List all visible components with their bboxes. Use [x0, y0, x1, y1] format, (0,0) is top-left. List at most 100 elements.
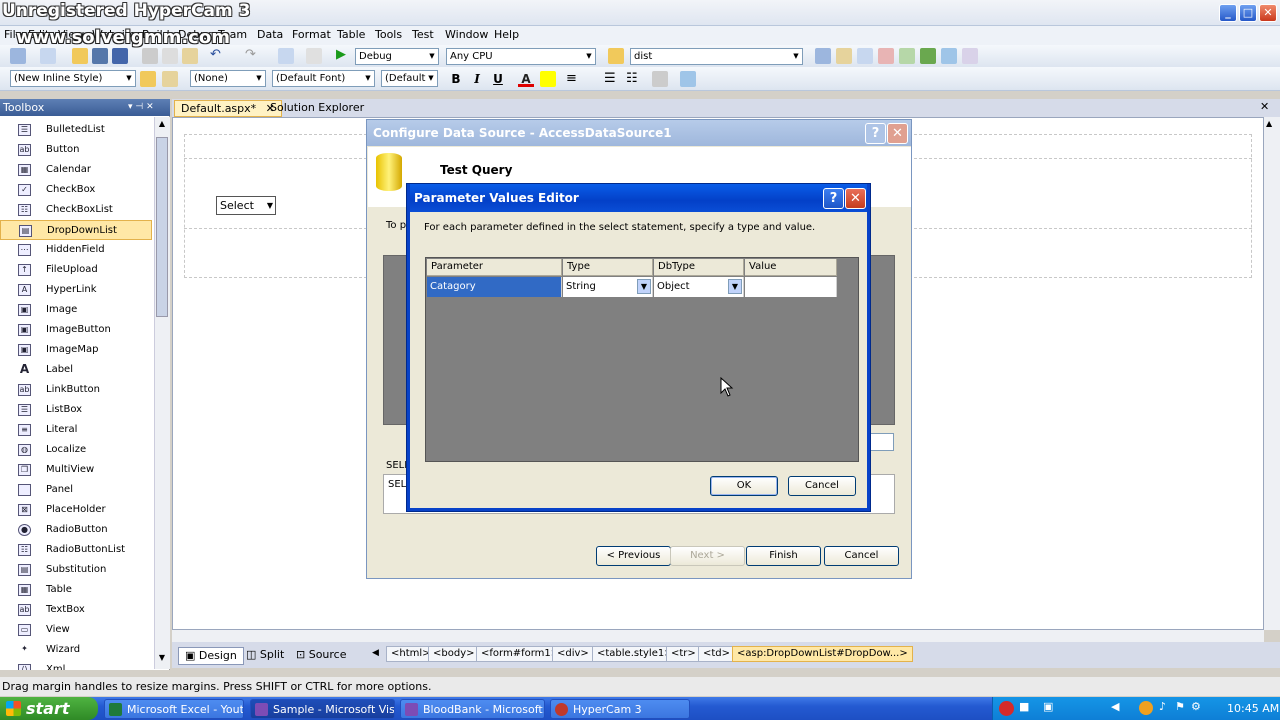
menu-format[interactable]: Format	[288, 27, 335, 42]
insert-image-icon[interactable]	[652, 71, 668, 87]
toolbox-scrollbar[interactable]: ▲ ▼	[154, 117, 170, 669]
find-combo[interactable]: dist ▼	[630, 48, 803, 65]
toolbox-item-bulletedlist[interactable]: ☰ BulletedList	[0, 120, 152, 140]
bullet-list-icon[interactable]: ☷	[626, 71, 638, 86]
pin-icon[interactable]: ▾ ⊣ ✕	[128, 99, 154, 116]
toolbox-item-hyperlink[interactable]: A HyperLink	[0, 280, 152, 300]
cut-icon[interactable]	[142, 48, 158, 64]
chevron-down-icon[interactable]: ▼	[728, 279, 742, 294]
dbtype-select[interactable]: Object ▼	[654, 277, 744, 297]
close-button[interactable]: ✕	[1259, 4, 1277, 22]
start-debug-icon[interactable]: ▶	[336, 47, 346, 62]
copy-icon[interactable]	[162, 48, 178, 64]
toolbox-item-wizard[interactable]: ✦ Wizard	[0, 640, 152, 660]
back-icon[interactable]: ◀	[1111, 700, 1119, 713]
toolbox-item-calendar[interactable]: ▦ Calendar	[0, 160, 152, 180]
type-select[interactable]: String ▼	[563, 277, 653, 297]
volume-icon[interactable]: ♪	[1159, 700, 1166, 713]
toolbox-item-listbox[interactable]: ☰ ListBox	[0, 400, 152, 420]
bold-button[interactable]: B	[448, 71, 464, 87]
toolbox-item-placeholder[interactable]: ⊠ PlaceHolder	[0, 500, 152, 520]
highlight-icon[interactable]	[540, 71, 556, 87]
toolbox-item-textbox[interactable]: ab TextBox	[0, 600, 152, 620]
scroll-down-icon[interactable]: ▼	[156, 653, 168, 665]
toolbox-item-view[interactable]: ▭ View	[0, 620, 152, 640]
network-icon[interactable]	[1139, 701, 1153, 715]
manage-styles-icon[interactable]	[162, 71, 178, 87]
toolbox-item-xml[interactable]: ⟨⟩ Xml	[0, 660, 152, 670]
toolbox-item-label[interactable]: A Label	[0, 360, 152, 380]
toolbox-item-literal[interactable]: ≡ Literal	[0, 420, 152, 440]
underline-button[interactable]: U	[490, 71, 506, 87]
task-excel[interactable]: Microsoft Excel - Yout...	[104, 699, 244, 719]
command-window-icon[interactable]	[962, 48, 978, 64]
value-input[interactable]	[745, 277, 837, 297]
platform-combo[interactable]: Any CPU ▼	[446, 48, 596, 65]
scroll-up-icon[interactable]: ▲	[1266, 119, 1272, 128]
menu-tools[interactable]: Tools	[371, 27, 406, 42]
open-icon[interactable]	[72, 48, 88, 64]
help-button[interactable]: ?	[823, 188, 844, 209]
column-header-parameter[interactable]: Parameter	[427, 259, 562, 276]
align-icon[interactable]: ≡	[566, 71, 577, 86]
editor-vertical-scrollbar[interactable]: ▲	[1264, 117, 1280, 630]
add-item-icon[interactable]	[40, 48, 56, 64]
properties-icon[interactable]	[836, 48, 852, 64]
minimize-button[interactable]: _	[1219, 4, 1237, 22]
server-explorer-icon[interactable]	[920, 48, 936, 64]
breadcrumb-tr[interactable]: <tr>	[666, 646, 701, 662]
breadcrumb-form[interactable]: <form#form1>	[476, 646, 565, 662]
menu-help[interactable]: Help	[490, 27, 523, 42]
close-button[interactable]: ✕	[887, 123, 908, 144]
toolbox-item-multiview[interactable]: ❐ MultiView	[0, 460, 152, 480]
breadcrumb-div[interactable]: <div>	[552, 646, 594, 662]
breadcrumb-table[interactable]: <table.style1>	[592, 646, 678, 662]
parameter-name-cell[interactable]: Catagory	[427, 277, 562, 297]
security-icon[interactable]: ⚑	[1175, 700, 1185, 713]
close-icon[interactable]: ✕	[1260, 100, 1269, 113]
toolbox-item-panel[interactable]: Panel	[0, 480, 152, 500]
undo-icon[interactable]: ↶	[210, 47, 221, 62]
italic-button[interactable]: I	[469, 71, 485, 87]
block-format-combo[interactable]: (None) ▼	[190, 70, 266, 87]
menu-window[interactable]: Window	[441, 27, 492, 42]
toolbox-item-imagebutton[interactable]: ▣ ImageButton	[0, 320, 152, 340]
redo-icon[interactable]: ↷	[245, 47, 256, 62]
test-query-button[interactable]	[867, 433, 894, 451]
maximize-button[interactable]: □	[1239, 4, 1257, 22]
breadcrumb-body[interactable]: <body>	[428, 646, 480, 662]
solution-explorer-icon[interactable]	[815, 48, 831, 64]
column-header-type[interactable]: Type	[563, 259, 653, 276]
save-all-icon[interactable]	[112, 48, 128, 64]
scroll-thumb[interactable]	[156, 137, 168, 317]
help-button[interactable]: ?	[865, 123, 886, 144]
wizard-cancel-button[interactable]: Cancel	[824, 546, 899, 566]
toolbox-item-radiobuttonlist[interactable]: ☷ RadioButtonList	[0, 540, 152, 560]
style-combo[interactable]: (New Inline Style) ▼	[10, 70, 136, 87]
close-button[interactable]: ✕	[845, 188, 866, 209]
next-button[interactable]: Next >	[670, 546, 745, 566]
menu-test[interactable]: Test	[408, 27, 438, 42]
settings-icon[interactable]: ⚙	[1191, 700, 1201, 713]
paste-icon[interactable]	[182, 48, 198, 64]
object-browser-icon[interactable]	[857, 48, 873, 64]
menu-data[interactable]: Data	[253, 27, 287, 42]
tab-split[interactable]: ◫ Split	[240, 647, 290, 665]
font-color-button[interactable]: A	[518, 71, 534, 87]
toolbox-item-image[interactable]: ▣ Image	[0, 300, 152, 320]
save-icon[interactable]	[92, 48, 108, 64]
navigate-back-icon[interactable]	[278, 48, 294, 64]
tab-solution-explorer[interactable]: Solution Explorer	[264, 100, 370, 117]
breadcrumb-td[interactable]: <td>	[698, 646, 736, 662]
toolbox-item-imagemap[interactable]: ▣ ImageMap	[0, 340, 152, 360]
column-header-value[interactable]: Value	[745, 259, 837, 276]
camera-icon[interactable]: ▣	[1043, 700, 1053, 713]
finish-button[interactable]: Finish	[746, 546, 821, 566]
toolbox-item-linkbutton[interactable]: ab LinkButton	[0, 380, 152, 400]
column-header-dbtype[interactable]: DbType	[654, 259, 744, 276]
configuration-combo[interactable]: Debug ▼	[355, 48, 439, 65]
menu-table[interactable]: Table	[333, 27, 369, 42]
numbered-list-icon[interactable]: ☰	[604, 71, 616, 86]
task-visual-studio[interactable]: Sample - Microsoft Vis...	[250, 699, 395, 719]
previous-button[interactable]: < Previous	[596, 546, 671, 566]
